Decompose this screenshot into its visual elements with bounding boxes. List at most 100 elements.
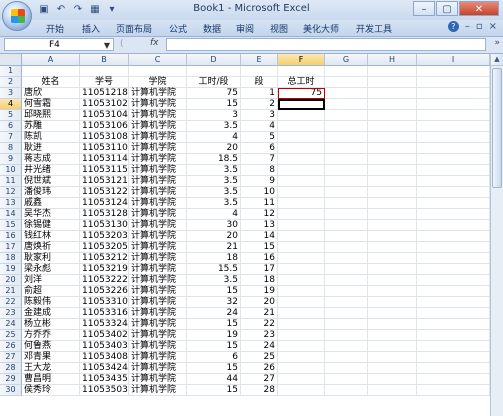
- cell-i10[interactable]: [417, 165, 490, 176]
- cell-c29[interactable]: 计算机学院: [129, 374, 187, 385]
- cell-c9[interactable]: 计算机学院: [129, 154, 187, 165]
- cell-a21[interactable]: 俞超: [22, 286, 80, 297]
- cell-g19[interactable]: [325, 264, 368, 275]
- cell-a6[interactable]: 苏雕: [22, 121, 80, 132]
- cell-i2[interactable]: [417, 77, 490, 88]
- cell-d29[interactable]: 44: [187, 374, 241, 385]
- cell-b3[interactable]: 11051218: [80, 88, 129, 99]
- tab-beautify[interactable]: 美化大师: [303, 22, 339, 35]
- cell-e8[interactable]: 6: [241, 143, 278, 154]
- cell-c15[interactable]: 计算机学院: [129, 220, 187, 231]
- cell-a5[interactable]: 邱晓熙: [22, 110, 80, 121]
- cell-e4[interactable]: 2: [241, 99, 278, 110]
- cell-i16[interactable]: [417, 231, 490, 242]
- row-header[interactable]: 6: [0, 121, 22, 132]
- row-header[interactable]: 29: [0, 374, 22, 385]
- cell-e11[interactable]: 9: [241, 176, 278, 187]
- row-header[interactable]: 3: [0, 88, 22, 99]
- cell-g2[interactable]: [325, 77, 368, 88]
- row-header[interactable]: 18: [0, 253, 22, 264]
- cell-d16[interactable]: 20: [187, 231, 241, 242]
- cell-e27[interactable]: 25: [241, 352, 278, 363]
- cell-c27[interactable]: 计算机学院: [129, 352, 187, 363]
- cell-c24[interactable]: 计算机学院: [129, 319, 187, 330]
- row-header[interactable]: 5: [0, 110, 22, 121]
- ribbon-minimize-icon[interactable]: –: [465, 21, 470, 32]
- cell-d3[interactable]: 75: [187, 88, 241, 99]
- row-header[interactable]: 10: [0, 165, 22, 176]
- cell-d14[interactable]: 4: [187, 209, 241, 220]
- cell-i24[interactable]: [417, 319, 490, 330]
- cell-c3[interactable]: 计算机学院: [129, 88, 187, 99]
- cell-h27[interactable]: [368, 352, 417, 363]
- cell-a13[interactable]: 戚鑫: [22, 198, 80, 209]
- cell-d13[interactable]: 3.5: [187, 198, 241, 209]
- cell-d1[interactable]: [187, 66, 241, 77]
- cell-b15[interactable]: 11053130: [80, 220, 129, 231]
- cell-c28[interactable]: 计算机学院: [129, 363, 187, 374]
- cell-c21[interactable]: 计算机学院: [129, 286, 187, 297]
- cell-d11[interactable]: 3.5: [187, 176, 241, 187]
- cell-c26[interactable]: 计算机学院: [129, 341, 187, 352]
- tab-view[interactable]: 视图: [270, 22, 288, 35]
- cell-d28[interactable]: 15: [187, 363, 241, 374]
- cell-a7[interactable]: 陈凯: [22, 132, 80, 143]
- cell-a19[interactable]: 梁永彪: [22, 264, 80, 275]
- cell-g25[interactable]: [325, 330, 368, 341]
- cell-h17[interactable]: [368, 242, 417, 253]
- cell-f4[interactable]: [278, 99, 325, 110]
- cell-a29[interactable]: 曹昌明: [22, 374, 80, 385]
- cell-g8[interactable]: [325, 143, 368, 154]
- cell-e6[interactable]: 4: [241, 121, 278, 132]
- tab-review[interactable]: 审阅: [236, 22, 254, 35]
- cell-f24[interactable]: [278, 319, 325, 330]
- cell-e28[interactable]: 26: [241, 363, 278, 374]
- cell-d21[interactable]: 15: [187, 286, 241, 297]
- cell-f30[interactable]: [278, 385, 325, 396]
- cell-d7[interactable]: 4: [187, 132, 241, 143]
- cell-c5[interactable]: 计算机学院: [129, 110, 187, 121]
- cell-e15[interactable]: 13: [241, 220, 278, 231]
- cell-d5[interactable]: 3: [187, 110, 241, 121]
- cell-i18[interactable]: [417, 253, 490, 264]
- cell-i4[interactable]: [417, 99, 490, 110]
- row-header[interactable]: 17: [0, 242, 22, 253]
- cell-b23[interactable]: 11053316: [80, 308, 129, 319]
- cell-g21[interactable]: [325, 286, 368, 297]
- cell-f5[interactable]: [278, 110, 325, 121]
- cell-f11[interactable]: [278, 176, 325, 187]
- cell-a22[interactable]: 陈毅伟: [22, 297, 80, 308]
- cell-g29[interactable]: [325, 374, 368, 385]
- select-all-corner[interactable]: [0, 54, 22, 66]
- cell-a11[interactable]: 倪世斌: [22, 176, 80, 187]
- cell-f9[interactable]: [278, 154, 325, 165]
- formula-input[interactable]: [166, 38, 486, 51]
- cell-c6[interactable]: 计算机学院: [129, 121, 187, 132]
- cell-a26[interactable]: 何鲁燕: [22, 341, 80, 352]
- cell-f8[interactable]: [278, 143, 325, 154]
- cell-g13[interactable]: [325, 198, 368, 209]
- cell-i13[interactable]: [417, 198, 490, 209]
- cell-e2[interactable]: 段: [241, 77, 278, 88]
- column-header-i[interactable]: I: [417, 54, 490, 66]
- cell-g17[interactable]: [325, 242, 368, 253]
- cell-g3[interactable]: [325, 88, 368, 99]
- row-header[interactable]: 2: [0, 77, 22, 88]
- cell-b9[interactable]: 11053114: [80, 154, 129, 165]
- cell-b8[interactable]: 11053110: [80, 143, 129, 154]
- row-header[interactable]: 20: [0, 275, 22, 286]
- cell-g5[interactable]: [325, 110, 368, 121]
- cell-b28[interactable]: 11053424: [80, 363, 129, 374]
- cell-e26[interactable]: 24: [241, 341, 278, 352]
- cell-g27[interactable]: [325, 352, 368, 363]
- cell-c8[interactable]: 计算机学院: [129, 143, 187, 154]
- cell-i8[interactable]: [417, 143, 490, 154]
- cell-i3[interactable]: [417, 88, 490, 99]
- cell-f13[interactable]: [278, 198, 325, 209]
- row-header[interactable]: 12: [0, 187, 22, 198]
- cell-h7[interactable]: [368, 132, 417, 143]
- cell-e3[interactable]: 1: [241, 88, 278, 99]
- cell-h22[interactable]: [368, 297, 417, 308]
- cell-b12[interactable]: 11053122: [80, 187, 129, 198]
- cell-d26[interactable]: 15: [187, 341, 241, 352]
